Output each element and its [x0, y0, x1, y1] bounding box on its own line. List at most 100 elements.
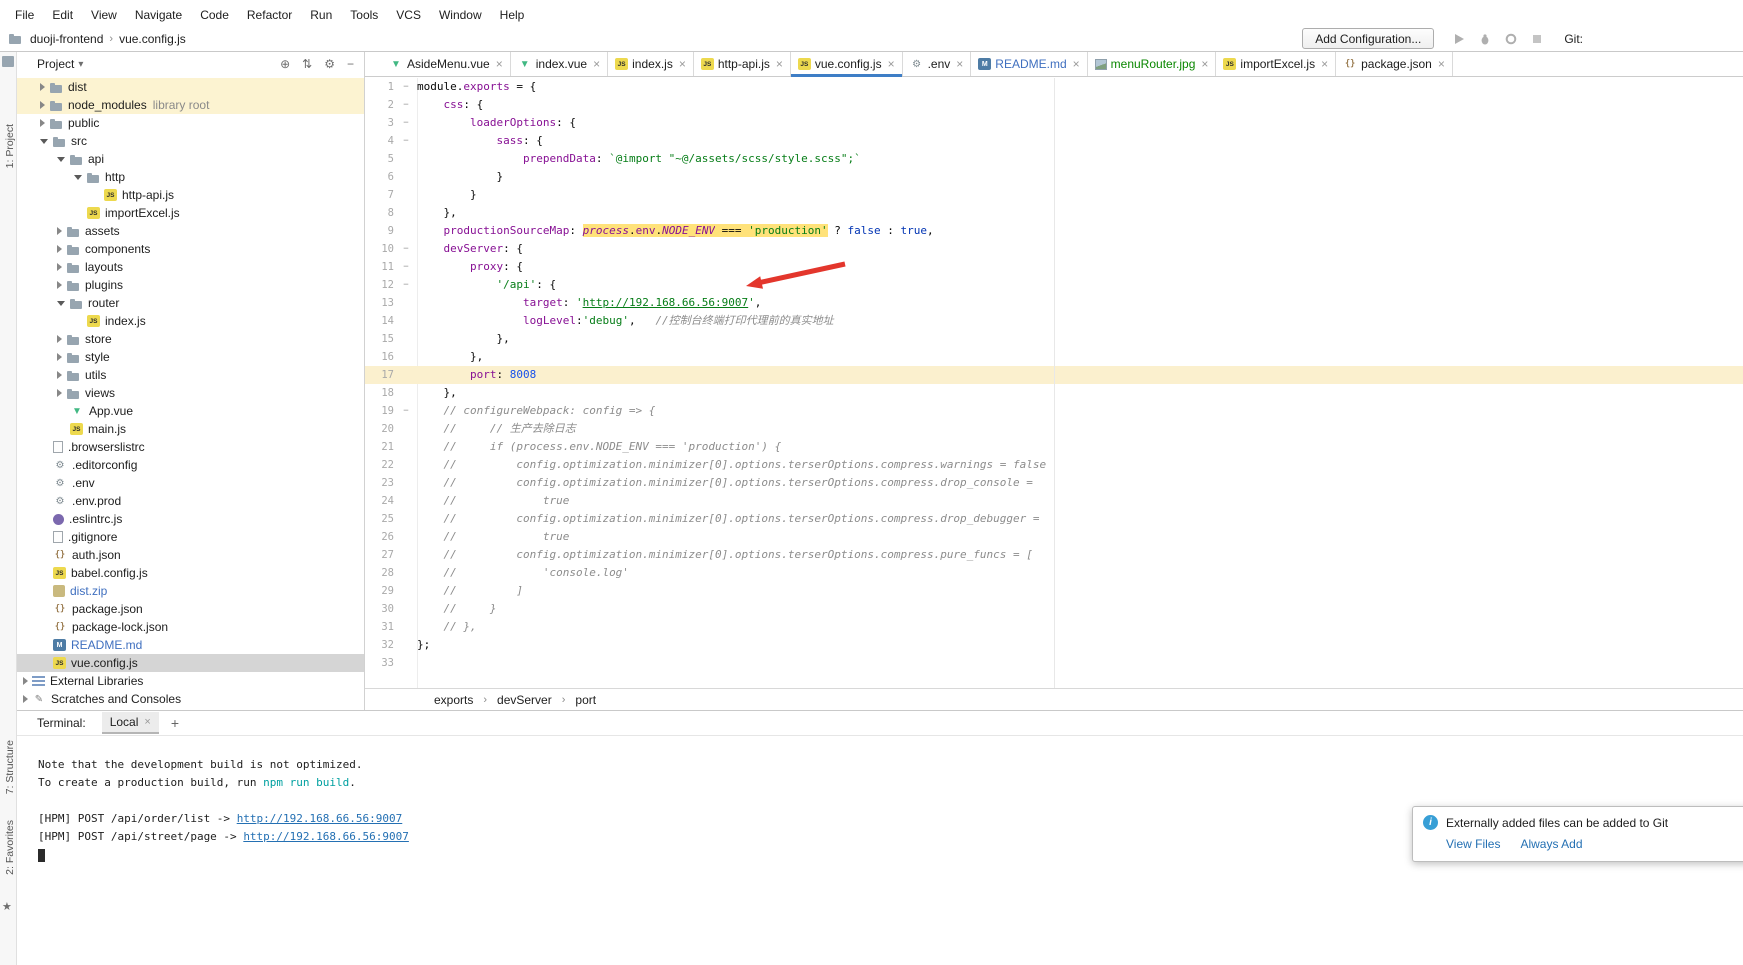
menu-view[interactable]: View	[82, 6, 126, 24]
code-line-10[interactable]: 10− devServer: {	[365, 240, 1743, 258]
tab-index.js[interactable]: JSindex.js×	[608, 52, 694, 76]
tree-item-assets[interactable]: assets	[17, 222, 364, 240]
favorites-star-icon[interactable]: ★	[2, 900, 12, 913]
menu-code[interactable]: Code	[191, 6, 238, 24]
stop-icon[interactable]	[1531, 33, 1543, 45]
close-icon[interactable]: ×	[776, 58, 783, 70]
breadcrumb-project[interactable]: duoji-frontend	[27, 32, 106, 46]
chevron-right-icon[interactable]	[40, 83, 45, 91]
line-number[interactable]: 19	[365, 402, 399, 420]
chevron-right-icon[interactable]	[57, 353, 62, 361]
tree-item-public[interactable]: public	[17, 114, 364, 132]
tree-item-src[interactable]: src	[17, 132, 364, 150]
line-number[interactable]: 28	[365, 564, 399, 582]
fold-marker-icon[interactable]: −	[399, 114, 413, 132]
tree-item-.browserslistrc[interactable]: .browserslistrc	[17, 438, 364, 456]
terminal-link[interactable]: http://192.168.66.56:9007	[237, 812, 403, 825]
chevron-right-icon[interactable]	[40, 119, 45, 127]
code-line-3[interactable]: 3− loaderOptions: {	[365, 114, 1743, 132]
line-number[interactable]: 4	[365, 132, 399, 150]
code-line-19[interactable]: 19− // configureWebpack: config => {	[365, 402, 1743, 420]
code-line-16[interactable]: 16 },	[365, 348, 1743, 366]
breadcrumb-port[interactable]: port	[572, 693, 599, 707]
breadcrumb-devServer[interactable]: devServer	[494, 693, 555, 707]
menu-run[interactable]: Run	[301, 6, 341, 24]
line-number[interactable]: 16	[365, 348, 399, 366]
line-number[interactable]: 29	[365, 582, 399, 600]
code-line-18[interactable]: 18 },	[365, 384, 1743, 402]
line-number[interactable]: 32	[365, 636, 399, 654]
tree-item-components[interactable]: components	[17, 240, 364, 258]
fold-marker-icon[interactable]: −	[399, 276, 413, 294]
tree-item-vue.config.js[interactable]: JSvue.config.js	[17, 654, 364, 672]
project-panel-title[interactable]: Project	[37, 57, 74, 71]
tree-item-http[interactable]: http	[17, 168, 364, 186]
line-number[interactable]: 8	[365, 204, 399, 222]
chevron-right-icon[interactable]	[23, 695, 28, 703]
code-line-21[interactable]: 21 // if (process.env.NODE_ENV === 'prod…	[365, 438, 1743, 456]
tree-item-plugins[interactable]: plugins	[17, 276, 364, 294]
code-line-20[interactable]: 20 // // 生产去除日志	[365, 420, 1743, 438]
chevron-down-icon[interactable]	[57, 301, 65, 306]
tree-item-index.js[interactable]: JSindex.js	[17, 312, 364, 330]
code-line-13[interactable]: 13 target: 'http://192.168.66.56:9007',	[365, 294, 1743, 312]
tab-importExcel.js[interactable]: JSimportExcel.js×	[1216, 52, 1336, 76]
code-line-11[interactable]: 11− proxy: {	[365, 258, 1743, 276]
menu-window[interactable]: Window	[430, 6, 491, 24]
code-line-28[interactable]: 28 // 'console.log'	[365, 564, 1743, 582]
close-icon[interactable]: ×	[1321, 58, 1328, 70]
code-line-22[interactable]: 22 // config.optimization.minimizer[0].o…	[365, 456, 1743, 474]
line-number[interactable]: 21	[365, 438, 399, 456]
line-number[interactable]: 17	[365, 366, 399, 384]
line-number[interactable]: 23	[365, 474, 399, 492]
breadcrumb-file[interactable]: vue.config.js	[116, 32, 189, 46]
line-number[interactable]: 6	[365, 168, 399, 186]
tab-README.md[interactable]: MREADME.md×	[971, 52, 1087, 76]
menu-edit[interactable]: Edit	[43, 6, 82, 24]
fold-marker-icon[interactable]: −	[399, 96, 413, 114]
line-number[interactable]: 11	[365, 258, 399, 276]
tree-item-dist.zip[interactable]: dist.zip	[17, 582, 364, 600]
code-editor[interactable]: 1−module.exports = {2− css: {3− loaderOp…	[365, 78, 1743, 688]
line-number[interactable]: 14	[365, 312, 399, 330]
code-line-23[interactable]: 23 // config.optimization.minimizer[0].o…	[365, 474, 1743, 492]
tree-item-router[interactable]: router	[17, 294, 364, 312]
code-line-6[interactable]: 6 }	[365, 168, 1743, 186]
line-number[interactable]: 22	[365, 456, 399, 474]
run-icon[interactable]	[1453, 33, 1465, 45]
line-number[interactable]: 25	[365, 510, 399, 528]
code-line-26[interactable]: 26 // true	[365, 528, 1743, 546]
line-number[interactable]: 3	[365, 114, 399, 132]
fold-marker-icon[interactable]: −	[399, 78, 413, 96]
collapse-all-icon[interactable]: ⇅	[302, 57, 312, 71]
tree-item-api[interactable]: api	[17, 150, 364, 168]
tab-package.json[interactable]: {}package.json×	[1336, 52, 1453, 76]
tree-item-utils[interactable]: utils	[17, 366, 364, 384]
line-number[interactable]: 10	[365, 240, 399, 258]
git-widget[interactable]: Git:	[1564, 32, 1583, 46]
code-line-4[interactable]: 4− sass: {	[365, 132, 1743, 150]
line-number[interactable]: 27	[365, 546, 399, 564]
code-line-2[interactable]: 2− css: {	[365, 96, 1743, 114]
menu-navigate[interactable]: Navigate	[126, 6, 191, 24]
menu-refactor[interactable]: Refactor	[238, 6, 301, 24]
chevron-right-icon[interactable]	[57, 263, 62, 271]
tab-AsideMenu.vue[interactable]: ▼AsideMenu.vue×	[382, 52, 511, 76]
line-number[interactable]: 13	[365, 294, 399, 312]
line-number[interactable]: 7	[365, 186, 399, 204]
tab-menuRouter.jpg[interactable]: menuRouter.jpg×	[1088, 52, 1217, 76]
line-number[interactable]: 15	[365, 330, 399, 348]
line-number[interactable]: 24	[365, 492, 399, 510]
code-line-29[interactable]: 29 // ]	[365, 582, 1743, 600]
tab-index.vue[interactable]: ▼index.vue×	[511, 52, 608, 76]
line-number[interactable]: 1	[365, 78, 399, 96]
line-number[interactable]: 30	[365, 600, 399, 618]
terminal-link[interactable]: http://192.168.66.56:9007	[243, 830, 409, 843]
line-number[interactable]: 12	[365, 276, 399, 294]
fold-marker-icon[interactable]: −	[399, 132, 413, 150]
tree-item-package-lock.json[interactable]: {}package-lock.json	[17, 618, 364, 636]
code-line-14[interactable]: 14 logLevel:'debug', //控制台终端打印代理前的真实地址	[365, 312, 1743, 330]
close-icon[interactable]: ×	[1438, 58, 1445, 70]
tree-item-.gitignore[interactable]: .gitignore	[17, 528, 364, 546]
menu-vcs[interactable]: VCS	[387, 6, 430, 24]
